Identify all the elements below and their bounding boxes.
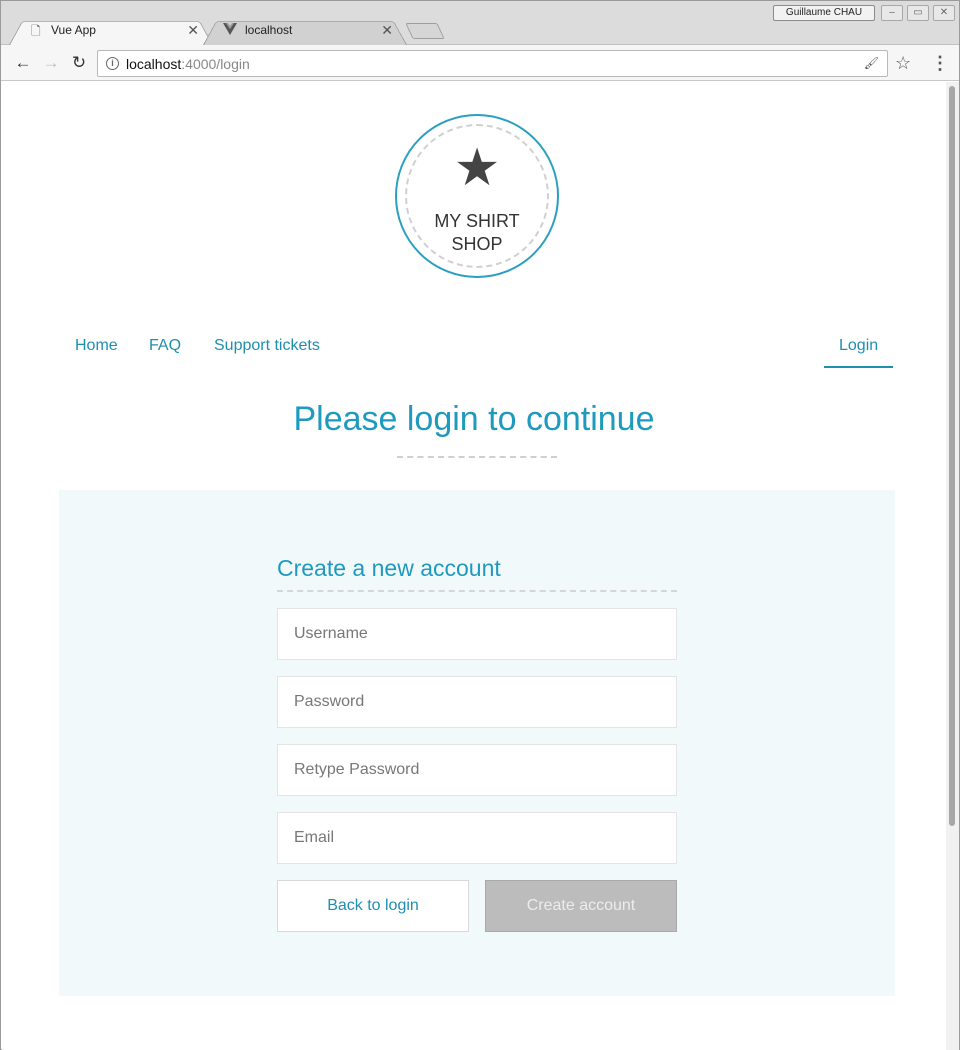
info-icon[interactable]: i xyxy=(106,57,119,70)
logo-text: MY SHIRT SHOP xyxy=(434,211,520,254)
new-tab-button[interactable] xyxy=(405,23,445,39)
nav-home[interactable]: Home xyxy=(75,332,118,360)
tab-title: Vue App xyxy=(51,23,96,37)
back-to-login-button[interactable]: Back to login xyxy=(277,880,469,932)
extension-brush-icon[interactable]: 🖌 xyxy=(864,56,879,70)
bookmark-star-icon[interactable]: ☆ xyxy=(895,53,911,73)
email-field[interactable] xyxy=(277,812,677,864)
form-title-divider xyxy=(277,590,677,592)
maximize-icon[interactable]: ▭ xyxy=(907,5,929,21)
browser-toolbar: ← → ↻ i localhost:4000/login 🖌 ☆ ⋮ xyxy=(1,45,959,81)
shop-logo: ★ MY SHIRT SHOP xyxy=(395,114,559,278)
address-bar[interactable]: i localhost:4000/login 🖌 xyxy=(97,50,888,77)
close-window-icon[interactable]: ✕ xyxy=(933,5,955,21)
page-scrollbar[interactable] xyxy=(946,82,959,1050)
nav-login[interactable]: Login xyxy=(824,332,894,368)
scrollbar-thumb[interactable] xyxy=(949,86,955,826)
close-tab-icon[interactable]: ✕ xyxy=(187,22,199,38)
form-title: Create a new account xyxy=(277,555,501,581)
document-icon: 🗋 xyxy=(31,24,41,38)
back-arrow-icon[interactable]: ← xyxy=(11,51,35,75)
browser-window: 🗋 Vue App ✕ localhost ✕ Guillaume CHAU –… xyxy=(0,0,960,1050)
page-content: ★ MY SHIRT SHOP Home FAQ Support tickets… xyxy=(2,82,946,1050)
close-tab-icon[interactable]: ✕ xyxy=(381,22,393,38)
password-field[interactable] xyxy=(277,676,677,728)
profile-button[interactable]: Guillaume CHAU xyxy=(773,5,875,21)
menu-kebab-icon[interactable]: ⋮ xyxy=(931,53,949,73)
nav-faq[interactable]: FAQ xyxy=(149,332,181,360)
nav-support-tickets[interactable]: Support tickets xyxy=(214,332,320,360)
page-title: Please login to continue xyxy=(293,400,655,438)
tab-localhost[interactable]: localhost ✕ xyxy=(203,16,407,45)
tab-vue-app[interactable]: 🗋 Vue App ✕ xyxy=(9,16,213,45)
heading-divider xyxy=(397,456,557,458)
title-bar: 🗋 Vue App ✕ localhost ✕ Guillaume CHAU –… xyxy=(1,1,959,45)
forward-arrow-icon[interactable]: → xyxy=(39,51,63,75)
vue-logo-icon xyxy=(223,23,237,37)
star-icon: ★ xyxy=(453,138,501,198)
create-account-button[interactable]: Create account xyxy=(485,880,677,932)
reload-icon[interactable]: ↻ xyxy=(67,51,91,75)
url-text[interactable]: localhost:4000/login xyxy=(126,56,250,72)
minimize-icon[interactable]: – xyxy=(881,5,903,21)
retype-password-field[interactable] xyxy=(277,744,677,796)
username-field[interactable] xyxy=(277,608,677,660)
tab-title: localhost xyxy=(245,23,293,37)
main-nav: Home FAQ Support tickets Login xyxy=(2,332,946,368)
